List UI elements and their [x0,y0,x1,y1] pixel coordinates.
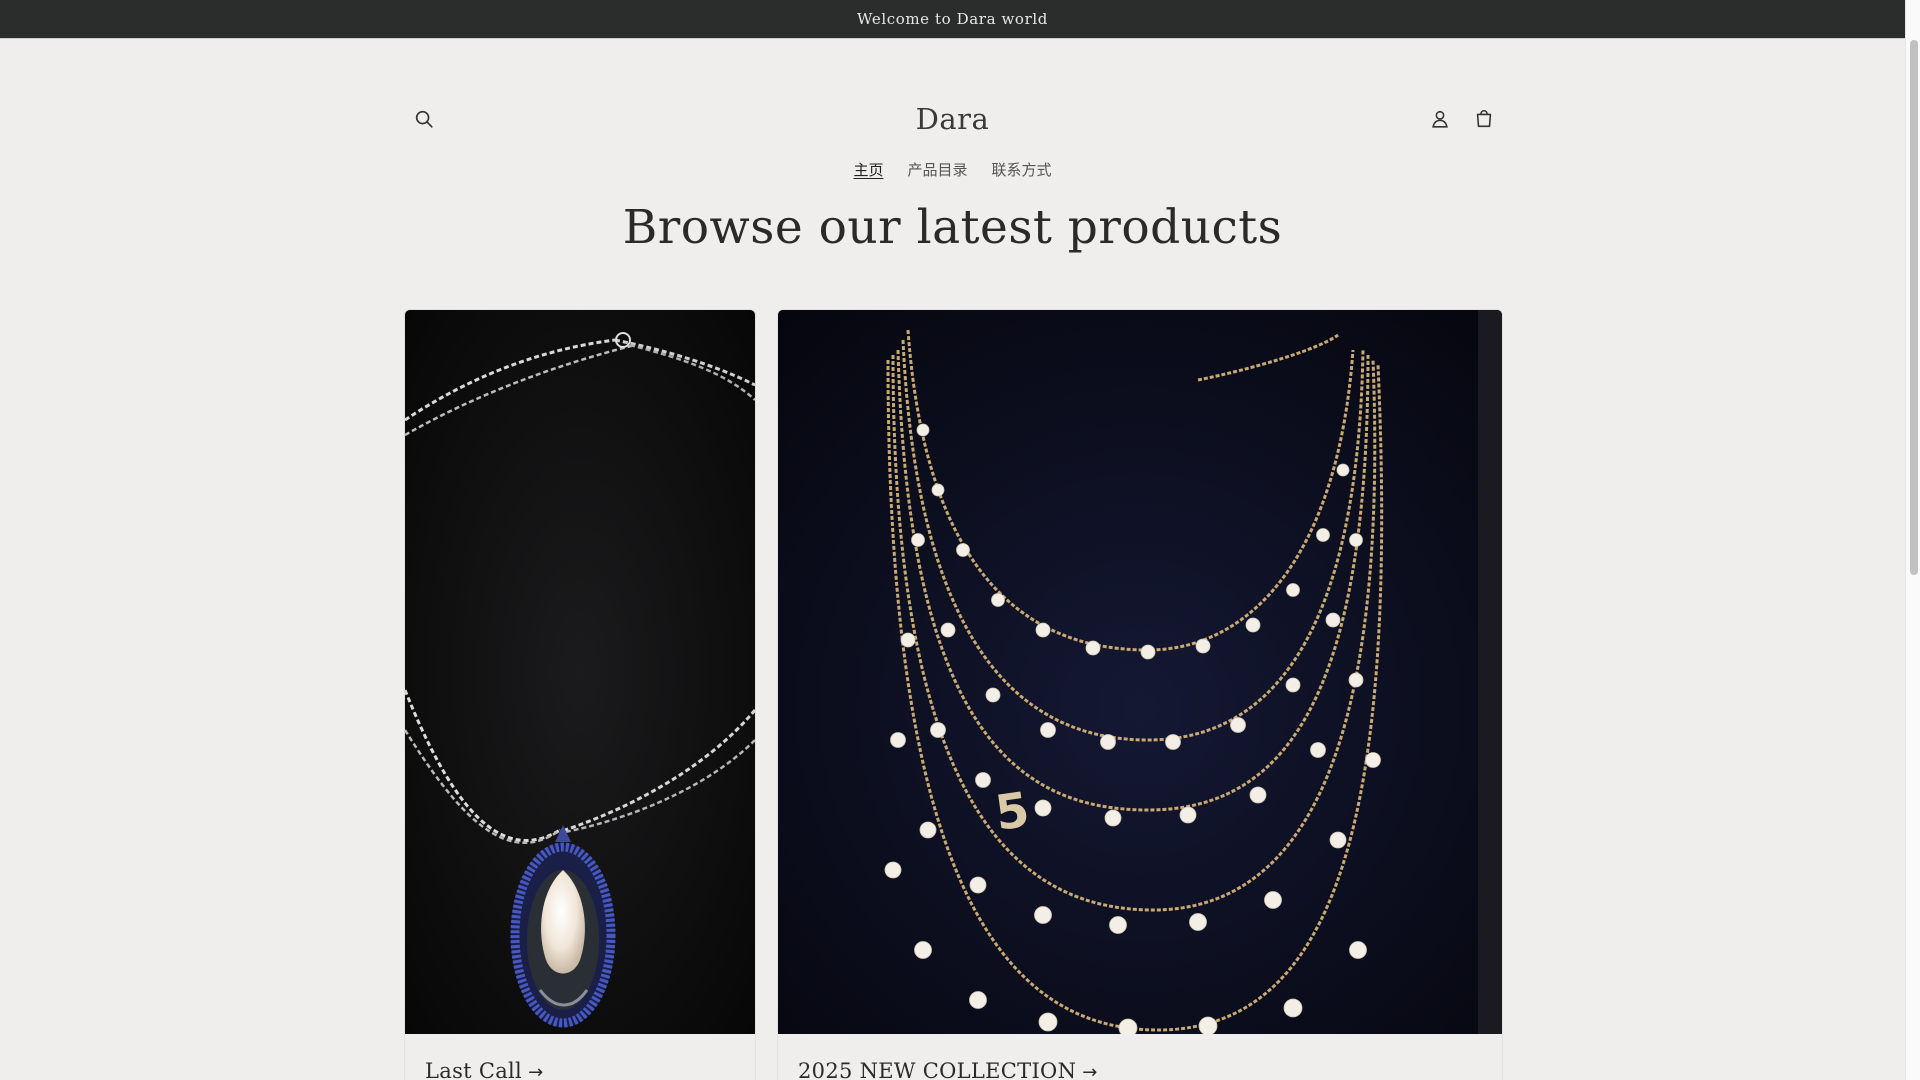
collection-title[interactable]: Last Call → [405,1034,755,1080]
announcement-text: Welcome to Dara world [857,10,1048,28]
arrow-right-icon: → [1082,1062,1098,1080]
collection-title-text: 2025 NEW COLLECTION [798,1059,1077,1080]
collection-title[interactable]: 2025 NEW COLLECTION → [778,1034,1502,1080]
nav-item-contact[interactable]: 联系方式 [992,157,1052,182]
collection-image [405,310,755,1034]
main-nav: 主页 产品目录 联系方式 [0,157,1905,182]
site-header: Dara 主页 产品目录 联系方式 [0,39,1905,179]
account-icon [1432,110,1448,128]
site-logo[interactable]: Dara [0,97,1905,141]
cart-button[interactable] [1462,97,1506,141]
page: Welcome to Dara world Dara 主页 产品目录 联系方式 … [0,0,1905,1080]
announcement-bar: Welcome to Dara world [0,0,1905,39]
nav-item-home[interactable]: 主页 [853,157,883,182]
pendant-necklace-image [405,310,755,1034]
account-button[interactable] [1418,97,1462,141]
scrollbar-thumb[interactable] [1910,40,1918,575]
nav-item-catalog[interactable]: 产品目录 [907,157,967,182]
pearl-necklace-image: 5 [778,310,1502,1034]
collection-card-2025-new[interactable]: 5 2025 NEW COLLECTION → [777,309,1503,1080]
cart-icon [1476,109,1492,128]
arrow-right-icon: → [528,1062,544,1080]
page-scrollbar[interactable] [1905,0,1920,1080]
section-heading: Browse our latest products [622,200,1283,255]
collection-card-last-call[interactable]: Last Call → [404,309,756,1080]
collection-title-text: Last Call [425,1059,523,1080]
collection-image: 5 [778,310,1502,1034]
